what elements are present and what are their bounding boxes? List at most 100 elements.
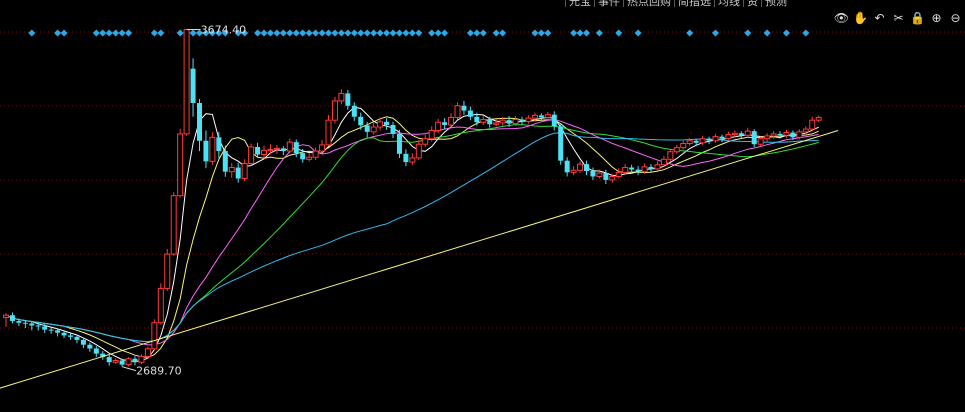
candle[interactable] (635, 166, 641, 176)
candle[interactable] (370, 122, 377, 135)
candle[interactable] (209, 132, 216, 165)
candle[interactable] (319, 140, 326, 154)
candle[interactable] (654, 161, 661, 171)
candle[interactable] (203, 130, 209, 169)
candle[interactable] (544, 111, 551, 121)
lock-icon[interactable]: 🔒 (908, 12, 927, 26)
candle[interactable] (448, 113, 455, 128)
candle[interactable] (519, 116, 525, 125)
zoom-in-icon[interactable]: ⊕ (927, 12, 946, 26)
candle[interactable] (241, 159, 248, 182)
candles[interactable] (3, 29, 822, 367)
toolbar-tab[interactable]: 简指选 (674, 0, 714, 7)
candle[interactable] (648, 164, 654, 173)
scissors-icon[interactable]: ✂ (889, 12, 908, 26)
candle[interactable] (80, 337, 86, 349)
candle[interactable] (396, 129, 402, 158)
candle[interactable] (706, 136, 712, 145)
candle[interactable] (603, 169, 609, 185)
candle[interactable] (764, 133, 771, 143)
candle[interactable] (138, 354, 145, 364)
candle[interactable] (216, 131, 222, 158)
candle[interactable] (3, 313, 9, 327)
candle[interactable] (384, 118, 390, 130)
candle[interactable] (409, 153, 416, 165)
candle[interactable] (428, 126, 435, 142)
candle[interactable] (286, 138, 293, 154)
candle[interactable] (673, 144, 680, 154)
candlestick-chart[interactable]: 3674.40 2689.70 (0, 0, 965, 412)
candle[interactable] (454, 102, 461, 120)
toolbar-tab[interactable]: 预测 (761, 0, 790, 7)
candle[interactable] (751, 129, 757, 147)
candle[interactable] (403, 149, 409, 167)
candle[interactable] (190, 58, 196, 117)
candle[interactable] (551, 111, 557, 131)
candle[interactable] (615, 168, 622, 179)
candle[interactable] (783, 129, 790, 139)
candle[interactable] (660, 155, 667, 167)
candle[interactable] (228, 163, 235, 178)
candle[interactable] (351, 102, 357, 121)
candle[interactable] (422, 134, 429, 147)
candle[interactable] (467, 106, 473, 121)
candle[interactable] (738, 131, 744, 139)
candle[interactable] (558, 123, 564, 165)
candle[interactable] (248, 143, 255, 166)
candle[interactable] (584, 160, 589, 176)
candle[interactable] (577, 161, 584, 174)
candle[interactable] (809, 116, 816, 132)
candle[interactable] (719, 134, 725, 143)
zoom-out-icon[interactable]: ⊖ (946, 12, 965, 26)
candle[interactable] (125, 357, 132, 367)
candle[interactable] (564, 157, 570, 177)
candle[interactable] (106, 355, 112, 366)
candle[interactable] (815, 115, 822, 123)
candle[interactable] (757, 136, 764, 147)
candle[interactable] (770, 131, 777, 139)
toolbar-tab[interactable]: 元宝 (565, 0, 594, 7)
candle[interactable] (151, 319, 158, 351)
undo-icon[interactable]: ↶ (870, 12, 889, 26)
candle[interactable] (87, 342, 93, 352)
candle[interactable] (345, 89, 351, 110)
candle[interactable] (100, 350, 106, 360)
candle[interactable] (183, 29, 190, 136)
candle[interactable] (712, 133, 719, 143)
candle[interactable] (112, 358, 119, 364)
candle[interactable] (306, 153, 313, 162)
candle[interactable] (725, 131, 732, 141)
candle[interactable] (415, 140, 422, 160)
candle[interactable] (68, 333, 73, 340)
eye-icon[interactable]: 👁 (832, 12, 851, 26)
toolbar-tab[interactable]: 热点回购 (623, 0, 674, 7)
candle[interactable] (267, 144, 274, 155)
candle[interactable] (170, 192, 177, 256)
candle[interactable] (177, 128, 184, 198)
candle[interactable] (390, 121, 396, 139)
candle[interactable] (338, 89, 345, 105)
candle[interactable] (487, 116, 493, 128)
hand-icon[interactable]: ✋ (851, 12, 870, 26)
candle[interactable] (93, 346, 99, 358)
candle[interactable] (570, 166, 577, 176)
candle[interactable] (325, 115, 332, 147)
candle[interactable] (331, 96, 338, 124)
candle[interactable] (525, 115, 532, 124)
candle[interactable] (273, 144, 280, 154)
candle[interactable] (442, 118, 448, 130)
candle[interactable] (744, 127, 751, 138)
candle[interactable] (157, 283, 164, 325)
candle[interactable] (480, 116, 487, 125)
candle[interactable] (667, 149, 674, 162)
candle[interactable] (461, 100, 467, 115)
candle[interactable] (312, 147, 319, 160)
candle[interactable] (280, 146, 286, 156)
toolbar-tab[interactable]: 事件 (594, 0, 623, 7)
toolbar-tab[interactable]: 资 (743, 0, 761, 7)
candle[interactable] (164, 248, 171, 292)
candle[interactable] (9, 312, 15, 324)
candle[interactable] (680, 140, 687, 150)
candle[interactable] (197, 98, 202, 152)
toolbar-tab[interactable]: 均线 (714, 0, 743, 7)
